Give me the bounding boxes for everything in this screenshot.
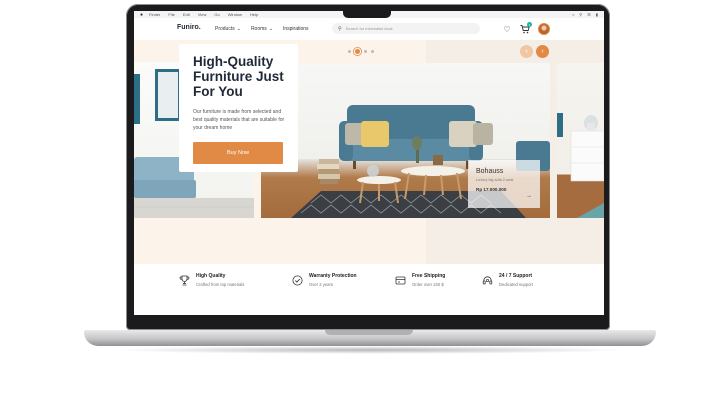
header-actions: ♡ 1: [502, 22, 550, 35]
buy-now-button[interactable]: Buy Now: [193, 142, 283, 164]
menu-item-finder[interactable]: Finder: [149, 12, 160, 17]
feature-text: High Quality Crafted from top materials: [196, 273, 244, 287]
carousel-next-button[interactable]: ›: [536, 45, 549, 58]
product-price: Rp 17.000.000: [476, 187, 507, 192]
feature-title: High Quality: [196, 273, 226, 279]
feature-subtitle: Over 2 years: [309, 282, 333, 287]
check-circle-icon-glyph: [292, 275, 302, 285]
nav-products[interactable]: Products ⌄: [215, 26, 241, 32]
nav-rooms[interactable]: Rooms ⌄: [251, 26, 273, 32]
menu-item-edit[interactable]: Edit: [183, 12, 190, 17]
feature-subtitle: Crafted from top materials: [196, 282, 245, 287]
headset-icon-glyph: [482, 275, 492, 284]
laptop-shadow: [110, 346, 630, 354]
menu-item-window[interactable]: Window: [228, 12, 242, 17]
carousel-dots: [348, 49, 374, 54]
hero-title: High-Quality Furniture Just For You: [193, 54, 284, 99]
cart-badge: 1: [527, 22, 532, 27]
camera-notch: [343, 9, 391, 18]
laptop-mockup: ● Finder File Edit View Go Window Help ≈…: [0, 0, 709, 416]
feature-title: Free Shipping: [412, 273, 446, 279]
search-icon: ⚲: [338, 25, 342, 32]
menu-item-view[interactable]: View: [198, 12, 207, 17]
shipping-icon-glyph: [395, 276, 405, 284]
feature-text: Warranty Protection Over 2 years: [309, 273, 357, 287]
nav-products-label: Products: [215, 26, 235, 32]
cabinet-illustration: [557, 113, 604, 218]
trophy-icon: [178, 274, 190, 286]
battery-icon[interactable]: ▮: [596, 12, 598, 17]
product-tag[interactable]: Bohauss Luxury big sofa 2-seat Rp 17.000…: [468, 160, 540, 208]
feature-title: Warranty Protection: [309, 273, 357, 279]
laptop-base-notch: [325, 330, 413, 335]
apple-icon[interactable]: ●: [140, 12, 143, 18]
feature-text: Free Shipping Order over 150 $: [412, 273, 445, 287]
nav-inspirations[interactable]: Inspirations: [283, 26, 309, 32]
feature-text: 24 / 7 Support Dedicated support: [499, 273, 533, 287]
search-placeholder: Search for minimalist chair: [345, 26, 393, 31]
feature-title: 24 / 7 Support: [499, 273, 533, 279]
trophy-icon-glyph: [179, 275, 189, 285]
menu-item-file[interactable]: File: [168, 12, 174, 17]
product-name: Bohauss: [476, 168, 504, 175]
feature-item: Warranty Protection Over 2 years: [291, 273, 357, 287]
menu-item-help[interactable]: Help: [250, 12, 258, 17]
carousel-prev-button[interactable]: ‹: [520, 45, 533, 58]
hero-card: High-Quality Furniture Just For You Our …: [179, 44, 298, 172]
hero-image-right: [557, 63, 604, 218]
laptop-screen: ● Finder File Edit View Go Window Help ≈…: [134, 11, 604, 315]
site-logo[interactable]: Funiro.: [177, 24, 201, 31]
cart-icon[interactable]: 1: [520, 22, 532, 34]
check-circle-icon: [291, 274, 303, 286]
carousel-dot[interactable]: [348, 50, 351, 53]
carousel-dot-active[interactable]: [355, 49, 360, 54]
search-icon[interactable]: ⚲: [579, 12, 582, 17]
control-center-icon[interactable]: ☰: [587, 12, 591, 17]
site-header: Funiro. Products ⌄ Rooms ⌄ Inspirations ⚲ …: [134, 18, 604, 40]
shipping-icon: [394, 274, 406, 286]
chevron-down-icon: ⌄: [236, 26, 241, 32]
carousel-dot[interactable]: [371, 50, 374, 53]
feature-item: High Quality Crafted from top materials: [178, 273, 244, 287]
product-subtitle: Luxury big sofa 2-seat: [476, 178, 514, 182]
search-input[interactable]: ⚲ Search for minimalist chair: [332, 23, 480, 34]
chevron-right-icon: ›: [541, 48, 544, 55]
feature-item: 24 / 7 Support Dedicated support: [481, 273, 533, 287]
carousel-dot[interactable]: [364, 50, 367, 53]
feature-subtitle: Dedicated support: [499, 282, 533, 287]
feature-item: Free Shipping Order over 150 $: [394, 273, 445, 287]
menu-item-go[interactable]: Go: [214, 12, 219, 17]
hero-description: Our furniture is made from selected and …: [193, 109, 285, 131]
wifi-icon[interactable]: ≈: [572, 12, 574, 17]
main-nav: Products ⌄ Rooms ⌄ Inspirations: [215, 26, 309, 32]
feature-subtitle: Order over 150 $: [412, 282, 444, 287]
arrow-right-icon[interactable]: →: [526, 193, 532, 199]
menubar-status-icons: ≈ ⚲ ☰ ▮: [572, 11, 598, 18]
avatar[interactable]: [538, 23, 550, 35]
headset-icon: [481, 274, 493, 286]
chevron-down-icon: ⌄: [268, 26, 273, 32]
chevron-left-icon: ‹: [525, 48, 528, 55]
nav-rooms-label: Rooms: [250, 26, 267, 32]
heart-icon[interactable]: ♡: [502, 24, 512, 34]
features-bar: High Quality Crafted from top materials …: [134, 264, 604, 315]
